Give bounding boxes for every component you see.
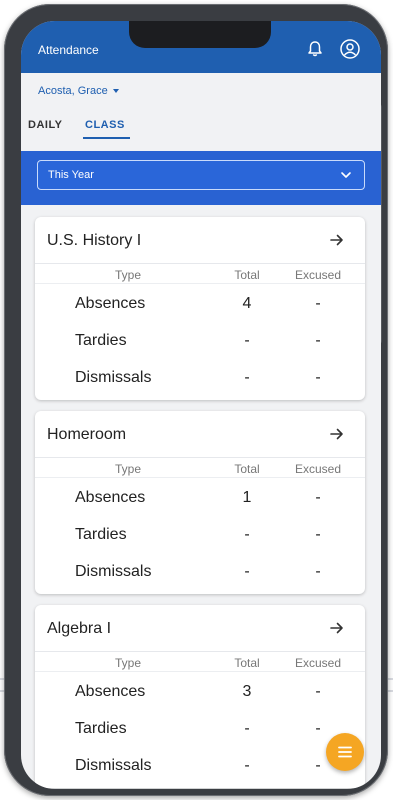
class-card-header[interactable]: Algebra I: [35, 605, 365, 652]
header-divider: [35, 671, 365, 672]
row-total: -: [244, 757, 250, 774]
phone-notch: [129, 21, 271, 48]
row-total: -: [244, 332, 250, 349]
column-header-total: Total: [234, 656, 260, 670]
row-type: Absences: [75, 683, 146, 700]
class-name: Algebra I: [47, 620, 112, 637]
header-divider: [35, 283, 365, 284]
row-total: -: [244, 369, 250, 386]
arrow-right-icon[interactable]: [329, 427, 345, 441]
arrow-right-icon[interactable]: [329, 233, 345, 247]
row-excused: -: [315, 683, 321, 700]
row-type: Tardies: [75, 720, 127, 737]
row-type: Dismissals: [75, 563, 152, 580]
row-type: Absences: [75, 489, 146, 506]
period-select-value: This Year: [48, 169, 94, 181]
row-type: Absences: [75, 295, 146, 312]
row-excused: -: [315, 526, 321, 543]
column-header-type: Type: [114, 656, 141, 670]
student-name: Acosta, Grace: [38, 85, 108, 97]
header-divider: [35, 477, 365, 478]
row-total: 4: [242, 295, 252, 312]
bell-icon[interactable]: [305, 39, 325, 59]
column-header-excused: Excused: [294, 268, 342, 282]
column-header-excused: Excused: [294, 462, 342, 476]
period-select[interactable]: This Year: [37, 160, 365, 190]
column-header-total: Total: [234, 462, 260, 476]
row-excused: -: [315, 369, 321, 386]
phone-frame: Attendance Acosta, Grace DAILY CLASS Thi…: [4, 4, 388, 796]
column-header-total: Total: [234, 268, 260, 282]
user-circle-icon[interactable]: [339, 38, 361, 60]
class-name: Homeroom: [47, 426, 127, 443]
tab-class[interactable]: CLASS: [85, 119, 125, 131]
arrow-right-icon[interactable]: [329, 621, 345, 635]
tab-daily[interactable]: DAILY: [28, 119, 63, 131]
row-total: -: [244, 720, 250, 737]
row-type: Tardies: [75, 526, 127, 543]
class-card-header[interactable]: Homeroom: [35, 411, 365, 458]
class-list: U.S. History I Type Total Excused Absenc…: [21, 205, 381, 789]
caret-down-icon: [112, 89, 119, 93]
row-excused: -: [315, 489, 321, 506]
class-card-header[interactable]: U.S. History I: [35, 217, 365, 264]
row-total: 1: [242, 489, 252, 506]
app-title: Attendance: [38, 43, 99, 57]
student-selector[interactable]: Acosta, Grace: [38, 85, 119, 97]
menu-lines-icon: [338, 746, 352, 758]
row-excused: -: [315, 563, 321, 580]
row-type: Dismissals: [75, 369, 152, 386]
active-tab-indicator: [83, 137, 130, 139]
row-excused: -: [315, 332, 321, 349]
class-name: U.S. History I: [47, 232, 142, 249]
menu-fab-button[interactable]: [326, 733, 364, 771]
column-header-excused: Excused: [294, 656, 342, 670]
row-excused: -: [315, 295, 321, 312]
class-card: Algebra I Type Total Excused Absences 3 …: [35, 605, 365, 788]
phone-screen: Attendance Acosta, Grace DAILY CLASS Thi…: [21, 21, 381, 789]
row-total: 3: [242, 683, 252, 700]
column-header-type: Type: [114, 462, 141, 476]
row-total: -: [244, 563, 250, 580]
row-total: -: [244, 526, 250, 543]
row-type: Tardies: [75, 332, 127, 349]
row-type: Dismissals: [75, 757, 152, 774]
class-card: Homeroom Type Total Excused Absences 1 -…: [35, 411, 365, 594]
class-card: U.S. History I Type Total Excused Absenc…: [35, 217, 365, 400]
column-header-type: Type: [114, 268, 141, 282]
chevron-down-icon: [341, 172, 351, 178]
